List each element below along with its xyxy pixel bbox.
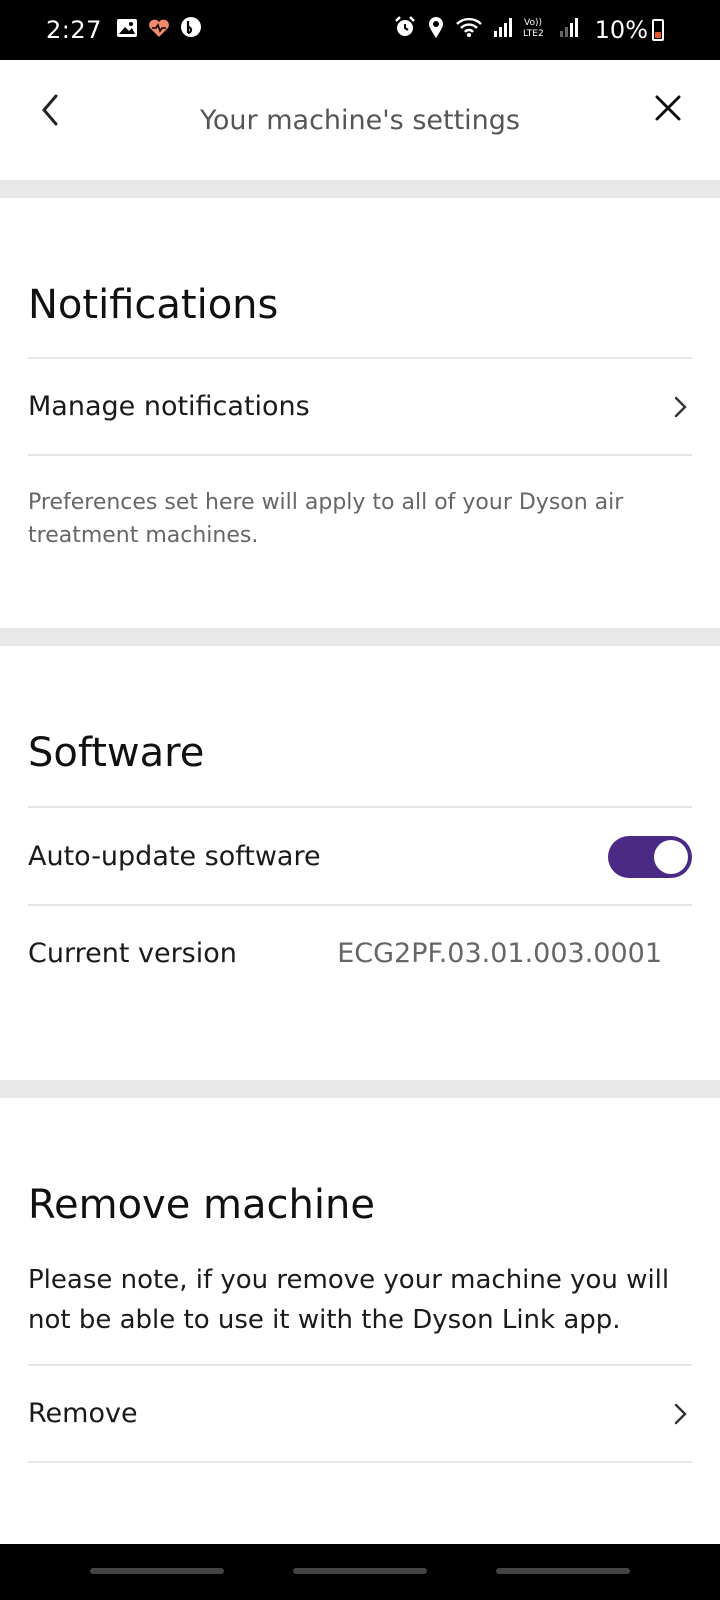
battery-icon <box>652 19 664 41</box>
manage-notifications-row[interactable]: Manage notifications <box>0 359 720 454</box>
alarm-icon <box>393 15 417 45</box>
section-divider <box>0 1080 720 1098</box>
battery-percent: 10% <box>594 16 648 44</box>
status-bar: 2:27 Vo)) LTE2 10% <box>0 0 720 60</box>
close-button[interactable] <box>652 92 684 124</box>
b-app-icon <box>180 16 202 44</box>
toggle-knob <box>654 840 688 874</box>
auto-update-toggle[interactable] <box>608 836 692 878</box>
status-right-icons: Vo)) LTE2 10% <box>393 0 664 60</box>
signal-icon <box>559 16 579 44</box>
notifications-section-title: Notifications <box>28 282 279 328</box>
software-section-title: Software <box>28 730 205 776</box>
heart-icon <box>148 16 170 44</box>
location-icon <box>427 15 445 45</box>
page-title: Your machine's settings <box>200 104 520 136</box>
back-button[interactable] <box>34 90 70 130</box>
system-nav-bar <box>0 1544 720 1600</box>
gallery-icon <box>116 16 138 44</box>
chevron-right-icon <box>674 1403 687 1425</box>
signal-icon <box>493 16 513 44</box>
auto-update-label: Auto-update software <box>28 841 321 872</box>
svg-text:LTE2: LTE2 <box>523 29 544 39</box>
remove-machine-note: Please note, if you remove your machine … <box>28 1265 670 1335</box>
volte-icon: Vo)) LTE2 <box>523 15 549 45</box>
row-divider <box>28 454 692 456</box>
nav-home-button[interactable] <box>293 1568 427 1574</box>
remove-row[interactable]: Remove <box>0 1366 720 1461</box>
remove-machine-section-title: Remove machine <box>28 1182 375 1228</box>
current-version-value: ECG2PF.03.01.003.0001 <box>337 938 662 969</box>
manage-notifications-label: Manage notifications <box>28 391 310 422</box>
section-divider <box>0 628 720 646</box>
chevron-right-icon <box>674 396 687 418</box>
current-version-label: Current version <box>28 938 237 969</box>
section-divider <box>0 180 720 198</box>
svg-text:Vo)): Vo)) <box>524 18 542 28</box>
status-time: 2:27 <box>46 16 102 44</box>
nav-recents-button[interactable] <box>90 1568 224 1574</box>
app-header: Your machine's settings <box>0 60 720 180</box>
auto-update-row: Auto-update software <box>0 808 720 904</box>
notifications-note: Preferences set here will apply to all o… <box>28 490 624 548</box>
nav-back-button[interactable] <box>496 1568 630 1574</box>
row-divider <box>28 1461 692 1463</box>
close-icon <box>655 95 681 121</box>
current-version-row: Current version ECG2PF.03.01.003.0001 <box>0 906 720 1002</box>
chevron-left-icon <box>42 94 58 126</box>
remove-label: Remove <box>28 1398 138 1429</box>
wifi-icon <box>455 16 483 44</box>
